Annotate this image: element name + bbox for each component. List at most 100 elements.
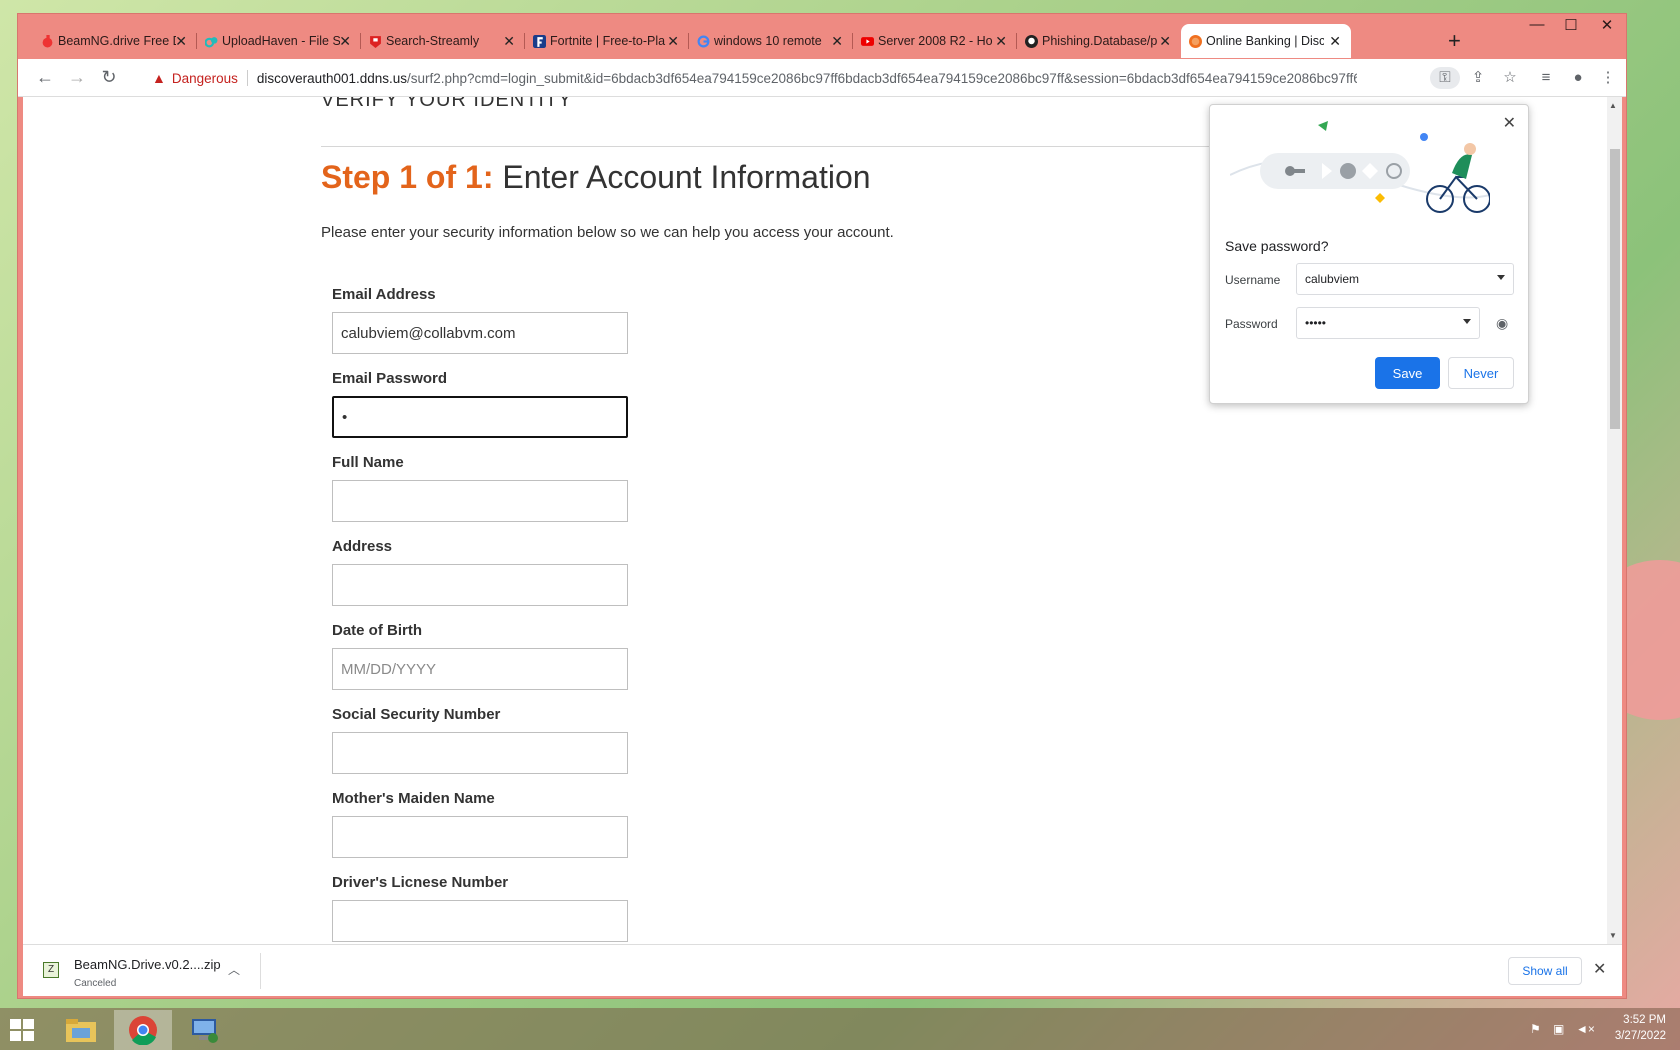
uploadhaven-icon <box>205 36 218 47</box>
address-bar[interactable]: ▲ Dangerous discoverauth001.ddns.us/surf… <box>138 63 1428 93</box>
date-placeholder: MM/DD/YYYY <box>341 660 437 678</box>
tab-title: Server 2008 R2 - Ho <box>878 34 993 48</box>
close-icon[interactable]: ✕ <box>339 33 351 50</box>
flag-icon[interactable]: ⚑ <box>1530 1022 1541 1036</box>
scroll-thumb[interactable] <box>1610 149 1620 429</box>
url-text[interactable]: discoverauth001.ddns.us/surf2.php?cmd=lo… <box>257 71 1357 86</box>
email-password-label: Email Password <box>332 370 448 387</box>
star-icon[interactable]: ☆ <box>1498 67 1522 89</box>
tab-uploadhaven[interactable]: UploadHaven - File S ✕ <box>197 24 361 58</box>
tab-title: BeamNG.drive Free D <box>58 34 176 48</box>
warning-icon[interactable]: ▲ <box>152 70 166 86</box>
close-icon[interactable]: ✕ <box>1329 33 1341 50</box>
window-close-icon[interactable]: ✕ <box>1590 16 1624 34</box>
tab-title: Search-Streamly <box>386 34 480 48</box>
chrome-taskbar-button[interactable] <box>114 1010 172 1050</box>
tab-github[interactable]: Phishing.Database/p ✕ <box>1017 24 1181 58</box>
close-icon[interactable]: ✕ <box>1593 959 1606 979</box>
windows-start-icon[interactable] <box>10 1019 34 1041</box>
ssn-field[interactable] <box>332 732 628 774</box>
never-button[interactable]: Never <box>1448 357 1514 389</box>
close-icon[interactable]: ✕ <box>503 33 515 50</box>
scrollbar[interactable]: ▲ ▼ <box>1607 97 1622 944</box>
address-field[interactable] <box>332 564 628 606</box>
network-icon[interactable]: ▣ <box>1553 1022 1564 1036</box>
drivers-license-label: Driver's Licnese Number <box>332 874 509 891</box>
password-illustration <box>1230 121 1490 213</box>
back-icon[interactable]: ← <box>34 67 56 88</box>
zip-file-icon[interactable]: Z <box>43 962 59 978</box>
scroll-down-icon[interactable]: ▼ <box>1609 931 1617 940</box>
clock-date: 3/27/2022 <box>1614 1030 1666 1042</box>
download-status: Canceled <box>74 978 117 989</box>
file-explorer-button[interactable] <box>52 1010 110 1050</box>
security-status[interactable]: Dangerous <box>172 71 238 86</box>
close-icon[interactable]: ✕ <box>1503 113 1516 133</box>
reload-icon[interactable]: ↻ <box>98 67 120 88</box>
intro-text: Please enter your security information b… <box>321 224 894 241</box>
forward-icon[interactable]: → <box>66 67 88 88</box>
email-address-label: Email Address <box>332 286 436 303</box>
media-icon[interactable]: ≡ <box>1534 67 1558 89</box>
browser-toolbar: ← → ↻ ▲ Dangerous discoverauth001.ddns.u… <box>18 59 1626 97</box>
download-shelf: Z BeamNG.Drive.v0.2....zip Canceled ︿ Sh… <box>23 944 1622 996</box>
drivers-license-field[interactable] <box>332 900 628 942</box>
tab-fortnite[interactable]: Fortnite | Free-to-Pla ✕ <box>525 24 689 58</box>
share-icon[interactable]: ⇪ <box>1466 67 1490 89</box>
computer-icon <box>192 1019 218 1043</box>
scroll-up-icon[interactable]: ▲ <box>1609 101 1617 110</box>
tab-title: UploadHaven - File S <box>222 34 340 48</box>
menu-icon[interactable]: ⋮ <box>1596 67 1620 89</box>
tab-beamng[interactable]: BeamNG.drive Free D ✕ <box>33 24 197 58</box>
taskbar: ⚑ ▣ ◄× 3:52 PM 3/27/2022 <box>0 1008 1680 1050</box>
tab-online-banking[interactable]: Online Banking | Disc ✕ <box>1181 24 1351 58</box>
maximize-icon[interactable]: ☐ <box>1554 16 1588 34</box>
full-name-label: Full Name <box>332 454 404 471</box>
close-icon[interactable]: ✕ <box>175 33 187 50</box>
close-icon[interactable]: ✕ <box>831 33 843 50</box>
show-all-button[interactable]: Show all <box>1508 957 1582 985</box>
date-of-birth-label: Date of Birth <box>332 622 422 639</box>
minimize-icon[interactable]: — <box>1520 16 1554 33</box>
password-select[interactable]: ••••• <box>1296 307 1480 339</box>
system-clock[interactable]: 3:52 PM 3/27/2022 <box>1606 1012 1666 1044</box>
eye-icon[interactable]: ◉ <box>1496 315 1508 332</box>
remote-desktop-button[interactable] <box>176 1010 234 1050</box>
streamly-icon <box>370 35 381 48</box>
chevron-up-icon[interactable]: ︿ <box>228 961 240 978</box>
chevron-down-icon <box>1463 319 1471 324</box>
close-icon[interactable]: ✕ <box>995 33 1007 50</box>
step-label: Step 1 of 1: <box>321 159 494 195</box>
date-of-birth-field[interactable]: MM/DD/YYYY <box>332 648 628 690</box>
email-password-field[interactable]: • <box>332 396 628 438</box>
username-select[interactable]: calubviem <box>1296 263 1514 295</box>
divider <box>260 953 261 989</box>
close-icon[interactable]: ✕ <box>667 33 679 50</box>
beamng-icon <box>42 34 53 47</box>
close-icon[interactable]: ✕ <box>1159 33 1171 50</box>
tab-title: windows 10 remote <box>714 34 822 48</box>
profile-icon[interactable]: ● <box>1566 67 1590 89</box>
maiden-name-field[interactable] <box>332 816 628 858</box>
download-filename[interactable]: BeamNG.Drive.v0.2....zip <box>74 957 221 972</box>
tab-streamly[interactable]: Search-Streamly ✕ <box>361 24 525 58</box>
tab-strip: BeamNG.drive Free D ✕ UploadHaven - File… <box>18 14 1626 59</box>
tab-youtube[interactable]: Server 2008 R2 - Ho ✕ <box>853 24 1017 58</box>
discover-icon <box>1189 34 1202 48</box>
tab-title: Fortnite | Free-to-Pla <box>550 34 666 48</box>
volume-icon[interactable]: ◄× <box>1576 1022 1595 1036</box>
tab-google-search[interactable]: windows 10 remote ✕ <box>689 24 853 58</box>
full-name-field[interactable] <box>332 480 628 522</box>
username-label: Username <box>1225 273 1281 287</box>
key-icon[interactable]: ⚿ <box>1430 67 1460 89</box>
tab-title: Phishing.Database/p <box>1042 34 1158 48</box>
email-address-field[interactable]: calubviem@collabvm.com <box>332 312 628 354</box>
save-password-dialog: ✕ Save password? Username calubviem Pass… <box>1209 104 1529 404</box>
new-tab-button[interactable]: + <box>1448 28 1461 54</box>
save-button[interactable]: Save <box>1375 357 1440 389</box>
google-icon <box>697 35 710 47</box>
url-host: discoverauth001.ddns.us <box>256 70 408 86</box>
browser-window: BeamNG.drive Free D ✕ UploadHaven - File… <box>17 13 1627 999</box>
divider <box>321 146 1301 147</box>
address-label: Address <box>332 538 393 555</box>
